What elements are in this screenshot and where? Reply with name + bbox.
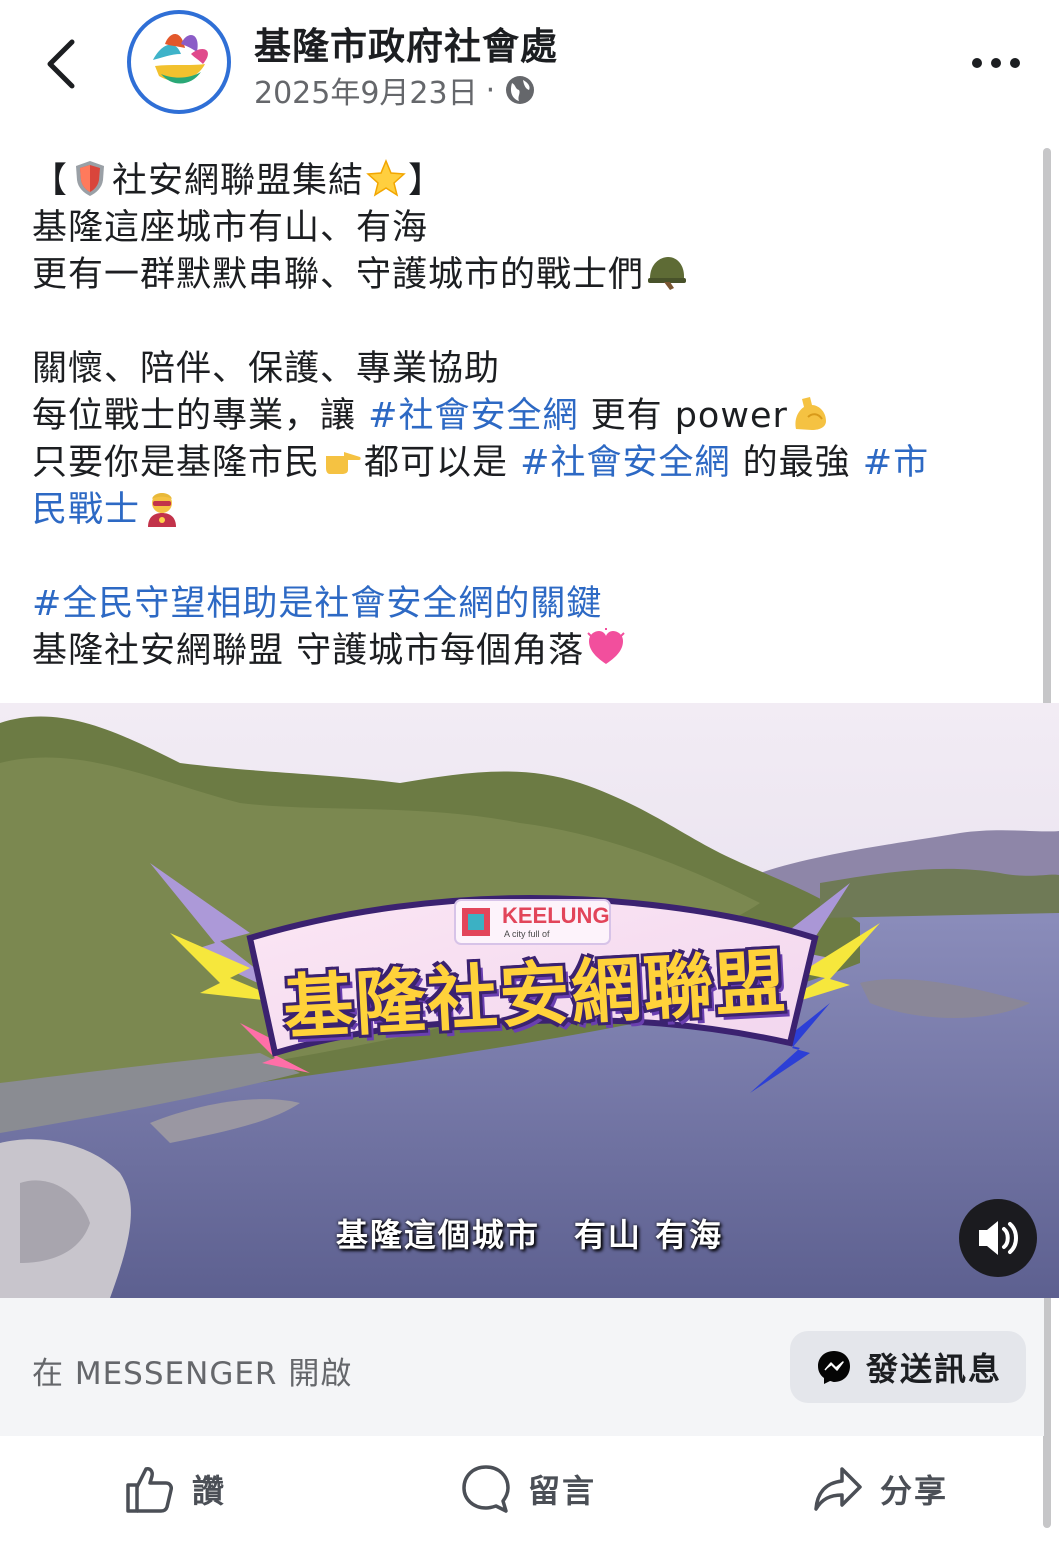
page-name[interactable]: 基隆市政府社會處: [254, 16, 558, 70]
post-line-3-text: 更有一群默默串聯、守護城市的戰士們: [32, 255, 645, 295]
post-line-6-text: 只要你是基隆市民: [32, 443, 321, 483]
share-button[interactable]: 分享: [812, 1460, 948, 1518]
volume-icon: [979, 1221, 1018, 1255]
like-button[interactable]: 讚: [124, 1460, 226, 1518]
hashtag-link[interactable]: #全民守望相助是社會安全網的關鍵: [32, 584, 602, 624]
share-icon: [814, 1467, 862, 1511]
post-line-6-text-b: 都可以是: [364, 443, 521, 483]
post-body: 【 社安網聯盟集結 】 基隆這座城市有山、有海 更有一群默默串聯、守護城市的戰士…: [32, 158, 1012, 675]
post-line-7: 民戰士: [32, 487, 1012, 534]
chevron-left-icon[interactable]: [36, 34, 92, 94]
star-emoji: [366, 159, 406, 197]
globe-icon: [506, 76, 535, 104]
pointing-right-emoji: [326, 452, 361, 474]
action-bar: 讚 留言 分享: [0, 1436, 1044, 1545]
hashtag-link[interactable]: #市: [863, 443, 929, 483]
heart-emoji: [587, 628, 625, 664]
hashtag-link[interactable]: 民戰士: [32, 490, 140, 530]
post-line-1: 【 社安網聯盟集結 】: [32, 158, 1012, 205]
like-label: 讚: [192, 1472, 227, 1510]
send-message-label: 發送訊息: [866, 1350, 1003, 1388]
hashtag-link[interactable]: #社會安全網: [520, 443, 730, 483]
page-logo-icon: [153, 34, 208, 84]
comment-label: 留言: [528, 1472, 597, 1510]
messenger-prompt: 在 MESSENGER 開啟: [32, 1356, 353, 1392]
comment-icon: [462, 1465, 510, 1513]
video-subtitle: 基隆這個城市 有山 有海: [335, 1216, 724, 1254]
post-line-5-text-b: 更有 power: [578, 396, 788, 436]
post-line-2: 基隆這座城市有山、有海: [32, 208, 429, 248]
post-date[interactable]: 2025年9月23日: [254, 68, 478, 112]
post-line-9: 基隆社安網聯盟 守護城市每個角落: [32, 628, 1012, 675]
share-label: 分享: [880, 1472, 949, 1510]
like-icon: [126, 1467, 173, 1513]
post-line-5-text: 每位戰士的專業，讓: [32, 396, 369, 436]
keelung-logo-text: KEELUNG: [502, 903, 610, 928]
meta-separator: ·: [485, 72, 496, 108]
comment-button[interactable]: 留言: [460, 1460, 596, 1518]
bracket-close: 】: [408, 161, 445, 201]
helmet-emoji: [648, 257, 687, 290]
post-line-5: 每位戰士的專業，讓 #社會安全網 更有 power: [32, 393, 1012, 440]
post-line-6: 只要你是基隆市民 都可以是 #社會安全網 的最強 #市: [32, 440, 1012, 487]
flexed-biceps-emoji: [795, 397, 826, 430]
messenger-icon: [818, 1351, 850, 1384]
post-header: 基隆市政府社會處 2025年9月23日 ·: [0, 0, 1059, 130]
post-line-4: 關懷、陪伴、保護、專業協助: [32, 349, 501, 389]
post-meta: 2025年9月23日 ·: [254, 68, 537, 112]
send-message-button[interactable]: 發送訊息: [790, 1331, 1026, 1403]
bracket-open: 【: [32, 161, 69, 201]
hashtag-link[interactable]: #社會安全網: [368, 396, 578, 436]
post-line-9-text: 基隆社安網聯盟 守護城市每個角落: [32, 631, 585, 671]
shield-emoji: [76, 161, 105, 196]
post-line-8: #全民守望相助是社會安全網的關鍵: [32, 581, 1012, 628]
post-line-3: 更有一群默默串聯、守護城市的戰士們: [32, 252, 1012, 299]
superhero-emoji: [148, 493, 177, 527]
post-title: 社安網聯盟集結: [112, 161, 365, 201]
video-player[interactable]: KEELUNG A city full of 基隆社安網聯盟: [0, 703, 1059, 1298]
volume-button[interactable]: [959, 1199, 1037, 1277]
more-horizontal-icon[interactable]: [968, 50, 1024, 76]
page-avatar[interactable]: [127, 10, 231, 114]
post-line-6-text-c: 的最強: [730, 443, 863, 483]
